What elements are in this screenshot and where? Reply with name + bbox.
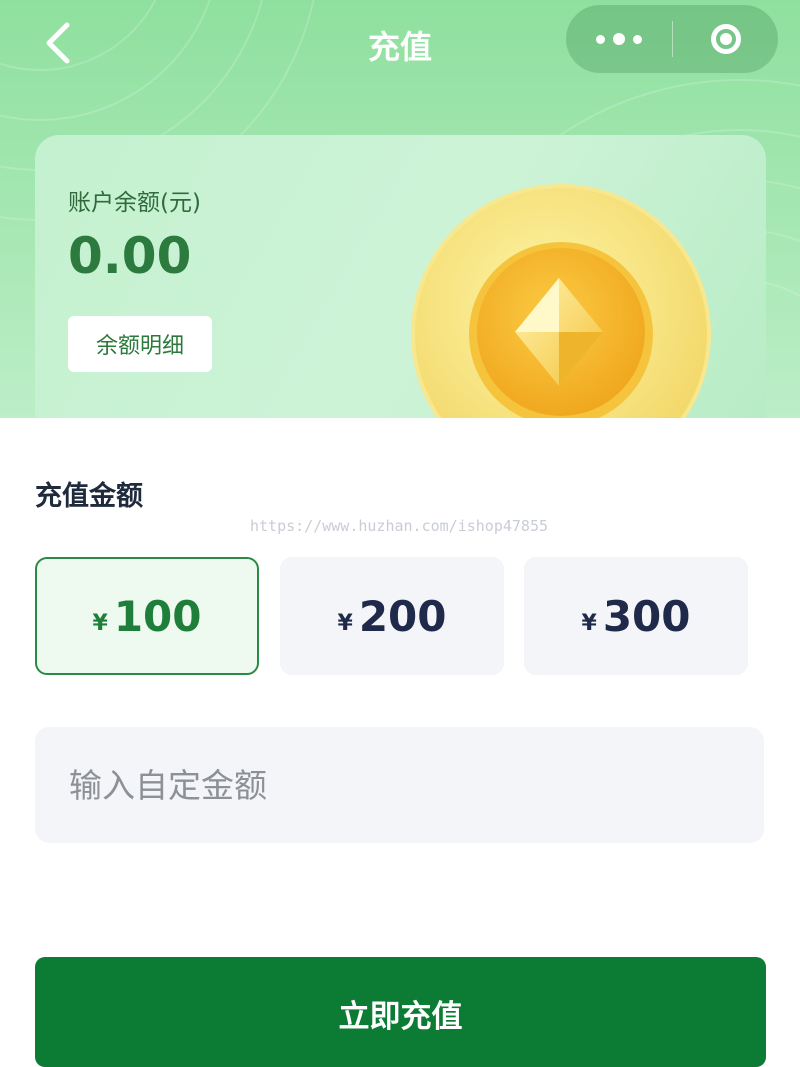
amount-option-100[interactable]: ¥ 100	[35, 557, 259, 675]
currency-symbol: ¥	[337, 610, 353, 636]
balance-card: 账户余额(元) 0.00 余额明细	[35, 135, 766, 418]
recharge-section-title: 充值金额	[35, 481, 143, 512]
balance-label: 账户余额(元)	[68, 190, 201, 216]
more-dots-icon	[592, 33, 646, 45]
balance-value: 0.00	[68, 227, 192, 285]
amount-option-200[interactable]: ¥ 200	[280, 557, 504, 675]
watermark-text: https://www.huzhan.com/ishop47855	[250, 517, 549, 535]
mini-program-capsule	[566, 5, 778, 73]
currency-symbol: ¥	[581, 610, 597, 636]
amount-value: 100	[113, 591, 202, 641]
currency-symbol: ¥	[92, 610, 108, 636]
close-button[interactable]	[673, 5, 778, 73]
amount-option-300[interactable]: ¥ 300	[524, 557, 748, 675]
gold-coin-icon	[411, 184, 711, 418]
custom-amount-input[interactable]	[35, 727, 764, 843]
amount-value: 300	[602, 591, 691, 641]
recharge-submit-button[interactable]: 立即充值	[35, 957, 766, 1067]
target-close-icon	[710, 24, 741, 54]
more-button[interactable]	[566, 5, 672, 73]
balance-detail-button[interactable]: 余额明细	[68, 316, 212, 372]
amount-value: 200	[358, 591, 447, 641]
